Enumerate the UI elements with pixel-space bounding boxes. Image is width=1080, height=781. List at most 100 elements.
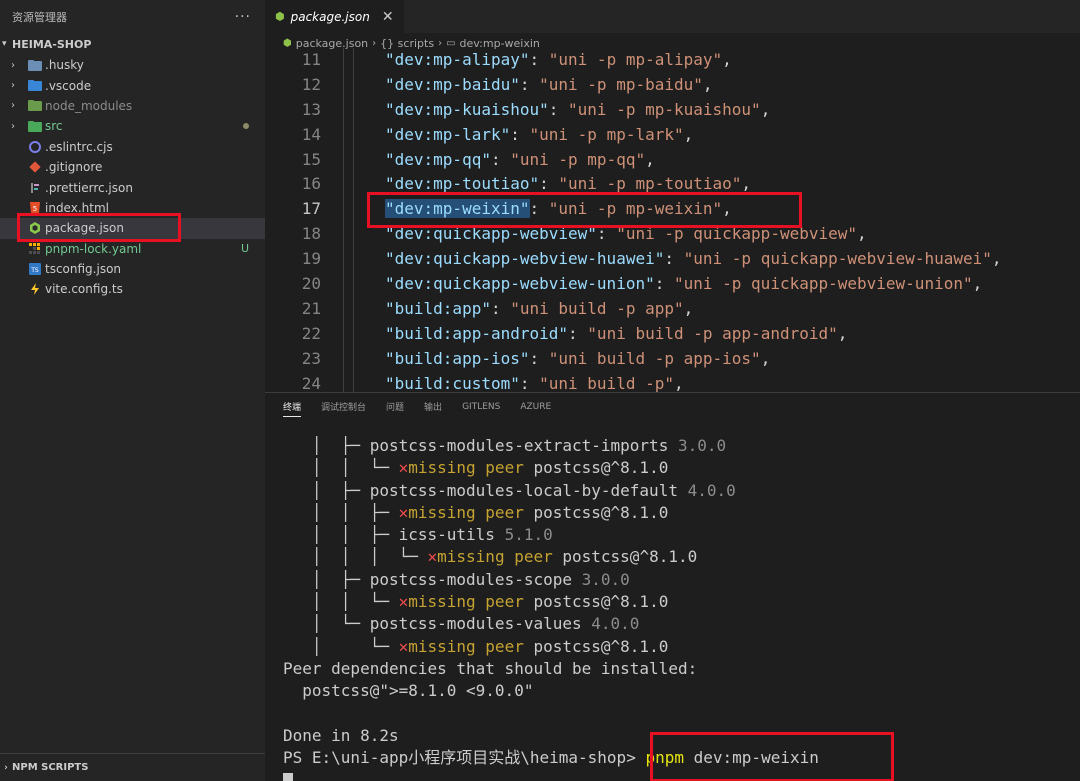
json-key: "build:app-ios" (385, 348, 530, 368)
modified-dot-icon (243, 123, 249, 130)
json-string: "uni -p quickapp-webview-union" (673, 274, 973, 294)
code-text: "build:app": "uni build -p app", (385, 297, 693, 322)
indent-guide (343, 172, 344, 198)
code-line[interactable]: 12 "dev:mp-baidu": "uni -p mp-baidu", (265, 72, 1080, 98)
chevron-right-icon: › (11, 59, 15, 71)
tree-item-node-modules[interactable]: › node_modules (0, 96, 265, 116)
package-name: postcss@^8.1.0 (533, 502, 669, 522)
code-line[interactable]: 11 "dev:mp-alipay": "uni -p mp-alipay", (265, 48, 1080, 73)
terminal-line: │ │ │ └─ ✕missing peer postcss@^8.1.0 (283, 546, 1080, 568)
code-line[interactable]: 14 "dev:mp-lark": "uni -p mp-lark", (265, 122, 1080, 148)
tab-package-json[interactable]: ⬢ package.json ✕ (265, 0, 404, 33)
svg-text:5: 5 (33, 205, 37, 213)
node-folder-icon (28, 99, 42, 113)
vscode-folder-icon (28, 79, 42, 93)
package-name: postcss-modules-values (369, 614, 582, 634)
indent-guide (353, 296, 354, 322)
json-key: "build:app-android" (385, 323, 569, 343)
terminal-line: │ │ └─ ✕missing peer postcss@^8.1.0 (283, 457, 1080, 479)
code-line[interactable]: 19 "dev:quickapp-webview-huawei": "uni -p… (265, 247, 1080, 273)
indent-guide (343, 72, 344, 98)
line-number: 15 (301, 149, 321, 169)
json-string: "uni -p quickapp-webview-huawei" (683, 249, 992, 269)
json-key: "dev:mp-baidu" (385, 74, 520, 94)
indent-guide (353, 172, 354, 198)
code-text: "dev:mp-kuaishou": "uni -p mp-kuaishou", (385, 98, 770, 123)
package-name: postcss-modules-scope (369, 569, 572, 589)
chevron-right-icon: › (4, 762, 8, 773)
json-string: "uni -p mp-kuaishou" (568, 99, 761, 119)
missing-peer-label: missing peer (437, 547, 553, 567)
tab-problems[interactable]: 问题 (386, 400, 404, 416)
indent-guide (353, 147, 354, 173)
tree-item-vite-config[interactable]: vite.config.ts (0, 279, 265, 299)
line-number: 18 (301, 224, 321, 244)
chevron-right-icon: › (11, 80, 15, 92)
tree-item-src[interactable]: › src (0, 116, 265, 136)
terminal-line: │ └─ ✕missing peer postcss@^8.1.0 (283, 636, 1080, 658)
project-section-header[interactable]: ▾ HEIMA-SHOP (0, 33, 265, 55)
package-name: postcss-modules-local-by-default (369, 480, 678, 500)
tree-item-tsconfig[interactable]: TS tsconfig.json (0, 259, 265, 279)
indent-guide (343, 296, 344, 322)
json-key: "dev:mp-lark" (385, 124, 511, 144)
comma: , (991, 249, 1002, 269)
tsconfig-icon: TS (28, 262, 42, 276)
tab-azure[interactable]: AZURE (520, 402, 551, 415)
code-line[interactable]: 24 "build:custom": "uni build -p", (265, 371, 1080, 392)
code-line[interactable]: 22 "build:app-android": "uni build -p app… (265, 321, 1080, 347)
tree-item-vscode[interactable]: › .vscode (0, 75, 265, 95)
tree-branch: │ ├─ (283, 569, 370, 589)
json-string: "uni -p mp-qq" (510, 149, 646, 169)
colon: : (664, 249, 684, 269)
tab-terminal[interactable]: 终端 (283, 400, 302, 417)
tree-item-prettierrc[interactable]: .prettierrc.json (0, 177, 265, 197)
tree-item-eslintrc[interactable]: .eslintrc.cjs (0, 137, 265, 157)
tab-gitlens[interactable]: GITLENS (462, 402, 500, 415)
close-icon[interactable]: ✕ (382, 9, 394, 25)
missing-peer-label: missing peer (408, 502, 524, 522)
error-x-icon: ✕ (398, 592, 409, 612)
colon: : (490, 149, 511, 169)
vite-icon (28, 282, 42, 296)
line-number: 24 (301, 373, 321, 392)
tree-branch: │ │ └─ (283, 592, 399, 612)
code-line[interactable]: 21 "build:app": "uni build -p app", (265, 296, 1080, 322)
colon: : (519, 74, 540, 94)
comma: , (645, 149, 655, 169)
tree-branch: │ ├─ (283, 480, 370, 500)
terminal-output[interactable]: │ ├─ postcss-modules-extract-imports 3.0… (283, 435, 1080, 781)
terminal-cursor (283, 772, 293, 781)
explorer-sidebar: 资源管理器 ··· ▾ HEIMA-SHOP › .husky › .vscod… (0, 0, 265, 781)
code-line[interactable]: 15 "dev:mp-qq": "uni -p mp-qq", (265, 147, 1080, 173)
editor-area: ⬢ package.json ✕ ⬢ package.json › {} scr… (265, 0, 1080, 392)
json-string: "uni -p mp-toutiao" (558, 174, 742, 194)
json-string: "uni -p mp-alipay" (548, 50, 723, 69)
tree-item-gitignore[interactable]: .gitignore (0, 157, 265, 177)
tab-output[interactable]: 输出 (424, 400, 442, 416)
error-x-icon: ✕ (398, 458, 409, 478)
code-text: "dev:mp-qq": "uni -p mp-qq", (385, 148, 655, 173)
json-string: "uni build -p" (539, 373, 674, 392)
code-text: "dev:mp-baidu": "uni -p mp-baidu", (385, 73, 713, 98)
colon: : (568, 323, 588, 343)
json-key: "build:custom" (385, 373, 520, 392)
explorer-title: 资源管理器 (12, 10, 67, 24)
code-line[interactable]: 13 "dev:mp-kuaishou": "uni -p mp-kuaishou… (265, 97, 1080, 123)
json-key: "dev:quickapp-webview-union" (385, 274, 655, 294)
code-line[interactable]: 23 "build:app-ios": "uni build -p app-ios… (265, 346, 1080, 372)
npm-scripts-section[interactable]: › NPM SCRIPTS (0, 753, 265, 781)
terminal-line: │ ├─ postcss-modules-extract-imports 3.0… (283, 435, 1080, 457)
code-line[interactable]: 20 "dev:quickapp-webview-union": "uni -p … (265, 272, 1080, 297)
more-actions-icon[interactable]: ··· (235, 9, 251, 25)
yaml-icon (28, 242, 42, 256)
tree-item-husky[interactable]: › .husky (0, 55, 265, 75)
tab-debug-console[interactable]: 调试控制台 (321, 400, 366, 416)
tree-branch: │ │ ├─ (283, 502, 399, 522)
json-key: "dev:mp-qq" (385, 149, 491, 169)
